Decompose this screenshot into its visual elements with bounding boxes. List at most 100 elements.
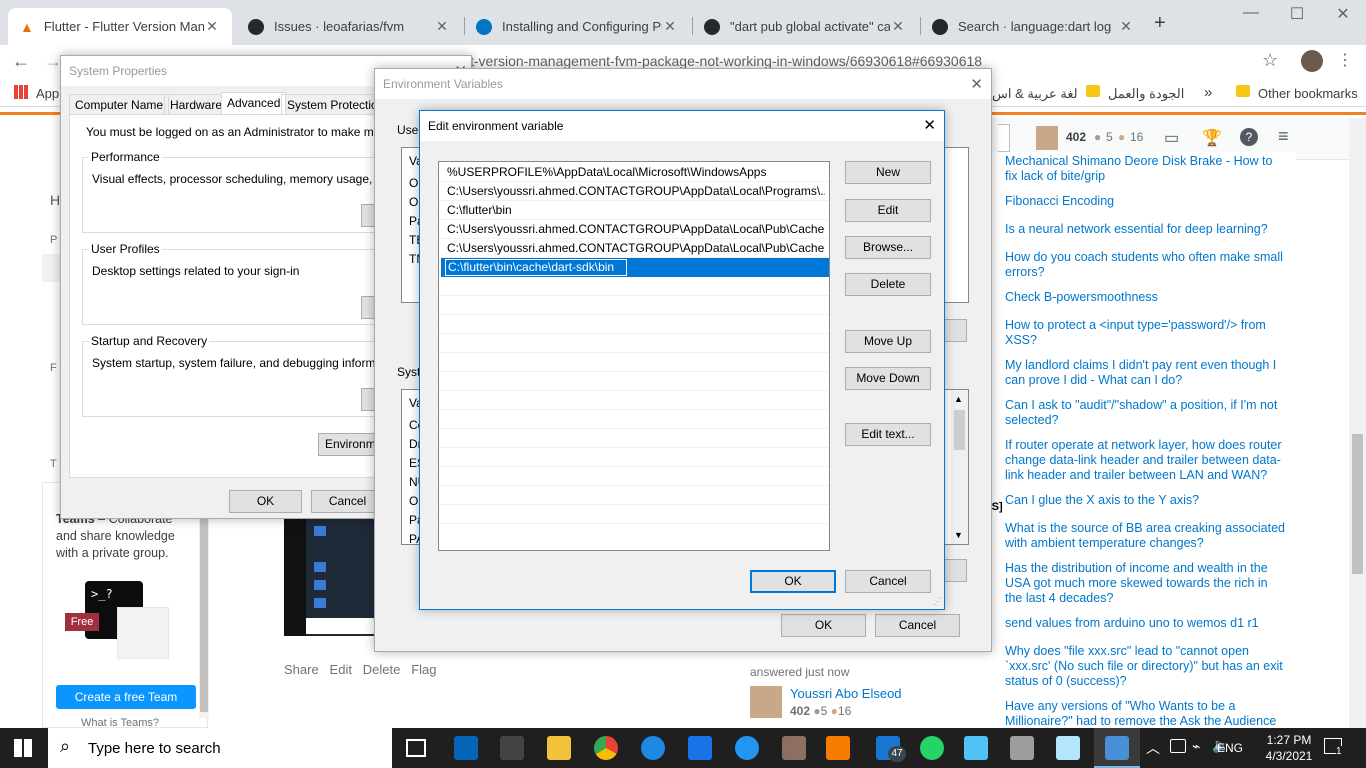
scrollbar-thumb[interactable] <box>1352 434 1363 574</box>
maximize-icon[interactable]: ☐ <box>1274 4 1320 24</box>
new-button[interactable]: New <box>845 161 931 184</box>
resize-grip-icon[interactable]: ⋰ <box>933 596 942 607</box>
flag-link[interactable]: Flag <box>411 662 436 677</box>
minimize-icon[interactable]: — <box>1228 4 1274 22</box>
chrome-icon[interactable] <box>594 736 618 760</box>
browse-button[interactable]: Browse... <box>845 236 931 259</box>
taskbar-search-box[interactable]: ⌕ Type here to search <box>48 728 392 768</box>
bookmark-star-icon[interactable]: ☆ <box>1262 50 1278 71</box>
other-bookmarks[interactable]: Other bookmarks <box>1258 86 1358 101</box>
edit-link[interactable]: Edit <box>330 662 352 677</box>
whatsapp-icon[interactable] <box>920 736 944 760</box>
hot-question-link[interactable]: My landlord claims I didn't pay rent eve… <box>1005 358 1285 388</box>
move-down-button[interactable]: Move Down <box>845 367 931 390</box>
path-entry[interactable]: %USERPROFILE%\AppData\Local\Microsoft\Wi… <box>443 163 825 182</box>
chat-app-icon[interactable] <box>735 736 759 760</box>
hot-question-link[interactable]: Can I glue the X axis to the Y axis? <box>1005 493 1285 508</box>
bookmark-arabic[interactable]: لغة عربية & اس <box>992 86 1078 102</box>
active-task-highlight[interactable] <box>1094 728 1140 768</box>
path-entries-list[interactable]: %USERPROFILE%\AppData\Local\Microsoft\Wi… <box>438 161 830 551</box>
path-entry-selected[interactable]: C:\flutter\bin\cache\dart-sdk\bin <box>441 258 829 277</box>
close-icon[interactable]: ✕ <box>970 75 983 93</box>
hot-question-link[interactable]: Fibonacci Encoding <box>1005 194 1285 209</box>
profile-avatar[interactable] <box>1301 50 1323 72</box>
close-tab-icon[interactable]: ✕ <box>204 18 220 35</box>
bookmark-quality[interactable]: الجودة والعمل <box>1108 86 1184 102</box>
author-name[interactable]: Youssri Abo Elseod <box>790 686 902 701</box>
author-avatar[interactable] <box>750 686 782 718</box>
bookmarks-overflow[interactable]: » <box>1204 84 1212 101</box>
edge-icon[interactable] <box>641 736 665 760</box>
site-switcher-icon[interactable]: ≡ <box>1278 126 1289 147</box>
hot-question-link[interactable]: Is a neural network essential for deep l… <box>1005 222 1285 237</box>
ok-button[interactable]: OK <box>229 490 302 513</box>
edit-button[interactable]: Edit <box>845 199 931 222</box>
tab-search-dart[interactable]: Search · language:dart log ✕ <box>920 8 1146 45</box>
windows-start-icon[interactable] <box>14 739 32 757</box>
clock[interactable]: 1:27 PM 4/3/2021 <box>1261 732 1317 764</box>
hot-question-link[interactable]: How to protect a <input type='password'/… <box>1005 318 1285 348</box>
tab-computer-name[interactable]: Computer Name <box>69 94 170 115</box>
menu-dots-icon[interactable]: ⋮ <box>1337 50 1353 70</box>
hot-question-link[interactable]: Has the distribution of income and wealt… <box>1005 561 1285 606</box>
address-bar[interactable]: t-version-management-fvm-package-not-wor… <box>470 53 982 69</box>
ok-button[interactable]: OK <box>781 614 866 637</box>
hot-question-link[interactable]: Have any versions of "Who Wants to be a … <box>1005 699 1285 728</box>
delete-button[interactable]: Delete <box>845 273 931 296</box>
tab-issues[interactable]: Issues · leoafarias/fvm ✕ <box>236 8 462 45</box>
app-window-icon[interactable] <box>688 736 712 760</box>
hot-question-link[interactable]: Why does "file xxx.src" lead to "cannot … <box>1005 644 1285 689</box>
language-indicator[interactable]: ENG <box>1217 741 1243 755</box>
back-icon[interactable]: ← <box>12 51 30 72</box>
hot-question-link[interactable]: Can I ask to "audit"/"shadow" a position… <box>1005 398 1285 428</box>
search-box-edge[interactable] <box>998 124 1010 152</box>
help-icon[interactable]: ? <box>1240 128 1258 146</box>
hot-question-link[interactable]: How do you coach students who often make… <box>1005 250 1285 280</box>
tab-advanced[interactable]: Advanced <box>221 92 287 115</box>
tab-hardware[interactable]: Hardware <box>164 94 229 115</box>
remote-desktop-icon[interactable] <box>964 736 988 760</box>
hot-question-link[interactable]: If router operate at network layer, how … <box>1005 438 1285 483</box>
file-explorer-icon[interactable] <box>547 736 571 760</box>
books-icon[interactable] <box>782 736 806 760</box>
page-scrollbar[interactable] <box>1349 118 1366 728</box>
path-entry-edit-field[interactable]: C:\flutter\bin\cache\dart-sdk\bin <box>445 259 628 276</box>
create-team-button[interactable]: Create a free Team <box>56 685 196 709</box>
network-icon[interactable]: ⌁ <box>1192 738 1200 755</box>
new-tab-button[interactable]: + <box>1154 12 1166 35</box>
scroll-up-icon[interactable]: ▲ <box>954 394 963 404</box>
close-tab-icon[interactable]: ✕ <box>434 18 450 35</box>
apps-bookmark[interactable]: App <box>36 86 59 101</box>
scroll-thumb[interactable] <box>954 410 965 450</box>
battery-icon[interactable] <box>1170 739 1186 753</box>
hot-question-link[interactable]: What is the source of BB area creaking a… <box>1005 521 1285 551</box>
chevron-up-icon[interactable]: ︿ <box>1146 738 1160 758</box>
hot-question-link[interactable]: Mechanical Shimano Deore Disk Brake - Ho… <box>1005 154 1285 184</box>
delete-link[interactable]: Delete <box>363 662 401 677</box>
notepad-icon[interactable] <box>1056 736 1080 760</box>
path-entry[interactable]: C:\Users\youssri.ahmed.CONTACTGROUP\AppD… <box>443 182 825 201</box>
path-entry[interactable]: C:\flutter\bin <box>443 201 825 220</box>
tab-installing-pub[interactable]: Installing and Configuring Pub ✕ <box>464 8 690 45</box>
database-icon[interactable] <box>1010 736 1034 760</box>
outlook-icon[interactable] <box>454 736 478 760</box>
scroll-down-icon[interactable]: ▼ <box>954 530 963 540</box>
path-entry[interactable]: C:\Users\youssri.ahmed.CONTACTGROUP\AppD… <box>443 220 825 239</box>
inbox-icon[interactable]: ▭ <box>1164 128 1179 148</box>
hot-question-link[interactable]: Check B-powersmoothness <box>1005 290 1285 305</box>
path-entry[interactable]: C:\Users\youssri.ahmed.CONTACTGROUP\AppD… <box>443 239 825 258</box>
cancel-button[interactable]: Cancel <box>875 614 960 637</box>
close-tab-icon[interactable]: ✕ <box>662 18 678 35</box>
share-link[interactable]: Share <box>284 662 319 677</box>
ok-button[interactable]: OK <box>750 570 836 593</box>
store-icon[interactable] <box>500 736 524 760</box>
hot-question-link[interactable]: send values from arduino uno to wemos d1… <box>1005 616 1285 631</box>
task-view-icon[interactable] <box>406 739 426 757</box>
list-scrollbar[interactable]: ▲ ▼ <box>951 390 968 544</box>
media-icon[interactable] <box>826 736 850 760</box>
user-avatar[interactable] <box>1036 126 1058 150</box>
tab-dart-pub-global[interactable]: "dart pub global activate" caus ✕ <box>692 8 918 45</box>
move-up-button[interactable]: Move Up <box>845 330 931 353</box>
close-tab-icon[interactable]: ✕ <box>890 18 906 35</box>
tab-flutter[interactable]: ▲ Flutter - Flutter Version Manag ✕ <box>8 8 232 45</box>
